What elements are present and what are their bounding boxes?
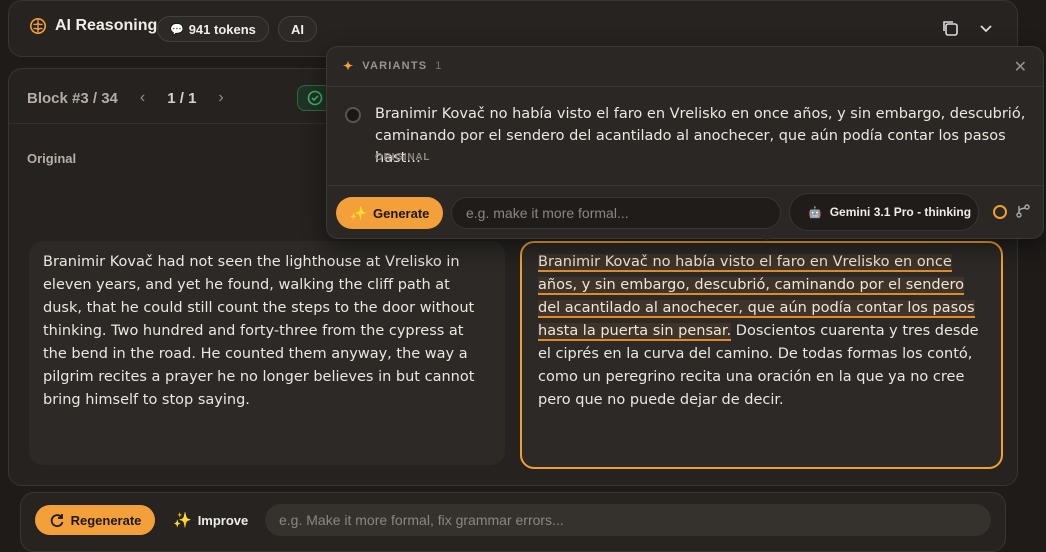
variant-tag: ORIGINAL — [375, 152, 431, 163]
header-title-group[interactable]: AI Reasoning — [29, 17, 157, 35]
chevron-right-icon[interactable]: › — [218, 89, 223, 107]
variant-radio[interactable] — [345, 107, 361, 123]
close-icon[interactable]: ✕ — [1014, 57, 1027, 77]
chevron-left-icon[interactable]: ‹ — [140, 89, 145, 107]
generate-label: Generate — [373, 205, 430, 221]
model-select[interactable]: 🤖 Gemini 3.1 Pro - thinking — [789, 193, 979, 231]
regenerate-label: Regenerate — [70, 512, 142, 528]
bottom-action-bar: Regenerate ✨ Improve — [20, 492, 1006, 552]
regenerate-button[interactable]: Regenerate — [35, 505, 155, 535]
improve-button[interactable]: ✨ Improve — [173, 511, 248, 529]
original-text-box: Branimir Kovač had not seen the lighthou… — [29, 241, 505, 465]
variant-text: Branimir Kovač no había visto el faro en… — [375, 106, 1026, 166]
variants-popover: ✦ VARIANTS 1 ✕ Branimir Kovač no había v… — [326, 46, 1044, 239]
block-counter: Block #3 / 34 — [27, 89, 118, 107]
spinner-icon — [993, 205, 1007, 219]
check-circle-icon — [307, 90, 323, 106]
header-title: AI Reasoning — [55, 17, 158, 34]
branch-icon[interactable] — [1015, 203, 1031, 219]
original-text: Branimir Kovač had not seen the lighthou… — [43, 254, 475, 408]
variants-footer-divider — [327, 185, 1043, 186]
tokens-badge-label: 941 tokens — [188, 21, 256, 37]
chevron-down-icon[interactable] — [977, 19, 995, 37]
translation-text-box[interactable]: Branimir Kovač no había visto el faro en… — [520, 241, 1003, 469]
variants-title: VARIANTS — [362, 60, 428, 72]
ai-badge-label: AI — [291, 21, 304, 37]
model-label: Gemini 3.1 Pro - thinking — [829, 205, 972, 219]
page-indicator: 1 / 1 — [167, 89, 197, 107]
sparkle-icon: ✨ — [173, 512, 192, 529]
improve-label: Improve — [197, 512, 249, 528]
tokens-badge: 💬 941 tokens — [157, 16, 269, 42]
variants-divider — [327, 86, 1043, 87]
brain-icon — [29, 17, 47, 35]
copy-icon[interactable] — [941, 19, 959, 37]
refresh-icon — [50, 514, 63, 528]
ai-badge: AI — [278, 16, 317, 42]
generate-button[interactable]: ✨ Generate — [336, 197, 443, 229]
original-label: Original — [27, 151, 77, 166]
sparkle-icon: ✦ — [343, 59, 355, 73]
variant-prompt-input[interactable] — [451, 197, 781, 229]
model-icon: 🤖 — [808, 206, 822, 219]
chat-icon: 💬 — [170, 23, 184, 36]
popover-caret — [758, 232, 776, 241]
sparkle-icon: ✨ — [349, 204, 368, 221]
improve-prompt-input[interactable] — [265, 504, 991, 536]
variants-count: 1 — [435, 60, 443, 72]
